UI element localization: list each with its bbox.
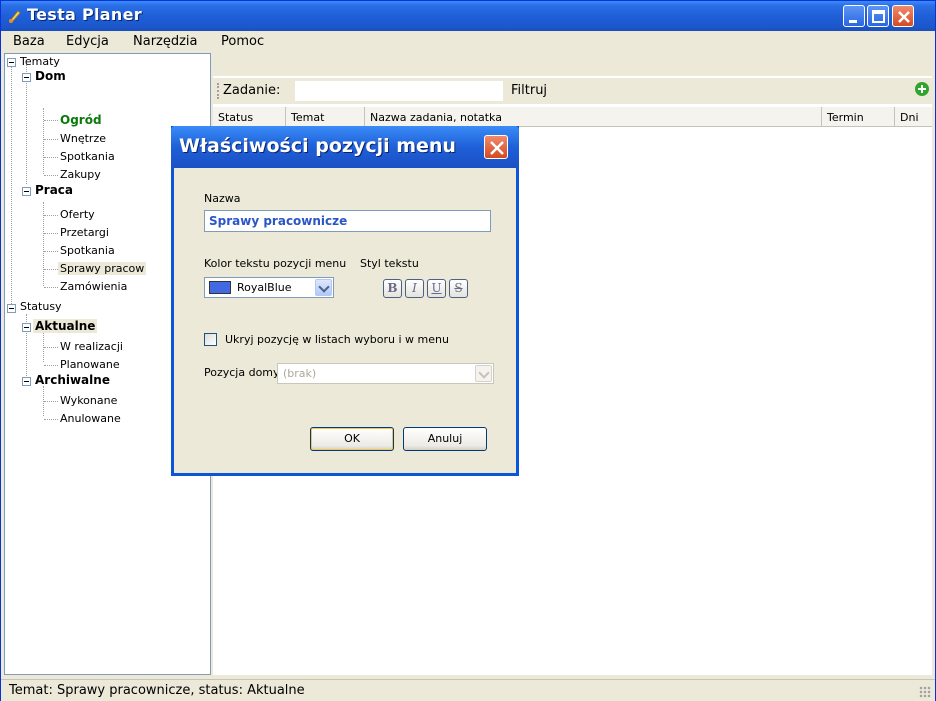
tree-item-tematy[interactable]: Tematy bbox=[20, 55, 60, 68]
cancel-button[interactable]: Anuluj bbox=[403, 427, 487, 451]
status-text: Temat: Sprawy pracownicze, status: Aktua… bbox=[9, 683, 305, 698]
status-bar: Temat: Sprawy pracownicze, status: Aktua… bbox=[1, 679, 935, 701]
tree-connector bbox=[44, 157, 58, 158]
tree-item-planowane[interactable]: Planowane bbox=[60, 358, 120, 371]
tree-connector bbox=[44, 365, 58, 366]
tree-item-wykonane[interactable]: Wykonane bbox=[60, 394, 117, 407]
text-color-select[interactable]: RoyalBlue bbox=[204, 277, 334, 298]
column-nazwa[interactable]: Nazwa zadania, notatka bbox=[365, 107, 822, 127]
ok-button[interactable]: OK bbox=[310, 427, 394, 451]
name-label: Nazwa bbox=[204, 192, 241, 205]
name-input[interactable]: Sprawy pracownicze bbox=[204, 210, 491, 232]
tree-item-przetargi[interactable]: Przetargi bbox=[60, 226, 109, 239]
app-logo-icon bbox=[9, 10, 21, 23]
filter-button[interactable]: Filtruj bbox=[511, 83, 547, 98]
tree-connector bbox=[26, 64, 27, 184]
maximize-icon bbox=[872, 10, 885, 23]
close-button[interactable] bbox=[892, 5, 914, 27]
tree-connector bbox=[11, 64, 12, 304]
filter-toolbar: Zadanie: Filtruj bbox=[213, 78, 932, 104]
default-position-select: (brak) bbox=[277, 363, 494, 384]
italic-button[interactable]: I bbox=[405, 279, 424, 298]
tree-connector bbox=[44, 347, 58, 348]
app-window: Testa Planer Baza Edycja Narzędzia Pomoc… bbox=[0, 0, 936, 701]
app-title: Testa Planer bbox=[27, 5, 142, 24]
collapse-icon[interactable] bbox=[7, 58, 16, 67]
color-swatch bbox=[209, 281, 231, 294]
close-icon bbox=[898, 11, 910, 23]
tree-item-dom[interactable]: Dom bbox=[35, 69, 66, 83]
collapse-icon[interactable] bbox=[22, 323, 31, 332]
chevron-down-icon[interactable] bbox=[315, 279, 332, 296]
resize-grip-icon[interactable] bbox=[919, 686, 931, 698]
task-grid-header: Status Temat Nazwa zadania, notatka Term… bbox=[213, 107, 932, 127]
tree-connector bbox=[43, 108, 44, 174]
tree-item-statusy[interactable]: Statusy bbox=[20, 300, 62, 313]
hide-item-label[interactable]: Ukryj pozycję w listach wyboru i w menu bbox=[225, 333, 449, 346]
tree-connector bbox=[44, 139, 58, 140]
add-task-icon[interactable] bbox=[915, 82, 929, 96]
dialog-title-bar[interactable]: Właściwości pozycji menu bbox=[171, 126, 519, 168]
dialog-title: Właściwości pozycji menu bbox=[179, 135, 456, 157]
collapse-icon[interactable] bbox=[22, 377, 31, 386]
tree-item-praca[interactable]: Praca bbox=[35, 183, 73, 197]
column-status[interactable]: Status bbox=[213, 107, 286, 127]
tree-connector bbox=[44, 175, 58, 176]
menu-bar: Baza Edycja Narzędzia Pomoc bbox=[1, 31, 935, 53]
tree-item-archiwalne[interactable]: Archiwalne bbox=[35, 373, 110, 387]
title-bar[interactable]: Testa Planer bbox=[1, 1, 935, 31]
task-filter-input[interactable] bbox=[295, 81, 503, 101]
minimize-button[interactable] bbox=[843, 5, 865, 27]
bold-button[interactable]: B bbox=[383, 279, 402, 298]
tree-item-oferty[interactable]: Oferty bbox=[60, 208, 95, 221]
dialog-close-button[interactable] bbox=[484, 135, 508, 159]
menu-baza[interactable]: Baza bbox=[13, 34, 45, 49]
maximize-button[interactable] bbox=[867, 5, 889, 27]
tree-connector bbox=[44, 233, 58, 234]
underline-button[interactable]: U bbox=[427, 279, 446, 298]
column-temat[interactable]: Temat bbox=[286, 107, 365, 127]
tree-connector bbox=[44, 215, 58, 216]
tree-item-spotkania-praca[interactable]: Spotkania bbox=[60, 244, 115, 257]
tree-item-sprawy-pracownicze[interactable]: Sprawy pracow bbox=[58, 262, 147, 275]
color-name: RoyalBlue bbox=[237, 281, 292, 294]
menu-edycja[interactable]: Edycja bbox=[66, 34, 109, 49]
tree-connector bbox=[44, 419, 58, 420]
collapse-icon[interactable] bbox=[22, 73, 31, 82]
text-color-label: Kolor tekstu pozycji menu bbox=[204, 257, 347, 270]
menu-pomoc[interactable]: Pomoc bbox=[221, 34, 264, 49]
task-filter-label: Zadanie: bbox=[223, 83, 281, 98]
tree-item-zamowienia[interactable]: Zamówienia bbox=[60, 280, 127, 293]
close-icon bbox=[490, 141, 504, 155]
tree-connector bbox=[44, 401, 58, 402]
menu-narzedzia[interactable]: Narzędzia bbox=[133, 34, 198, 49]
tree-item-spotkania[interactable]: Spotkania bbox=[60, 150, 115, 163]
default-position-value: (brak) bbox=[283, 367, 317, 380]
column-termin[interactable]: Termin bbox=[822, 107, 895, 127]
tree-item-wnetrze[interactable]: Wnętrze bbox=[60, 132, 106, 145]
column-dni[interactable]: Dni bbox=[895, 107, 932, 127]
text-style-label: Styl tekstu bbox=[360, 257, 419, 270]
tree-item-aktualne[interactable]: Aktualne bbox=[33, 319, 98, 333]
collapse-icon[interactable] bbox=[7, 304, 16, 313]
collapse-icon[interactable] bbox=[22, 187, 31, 196]
tree-item-zakupy[interactable]: Zakupy bbox=[60, 168, 101, 181]
tree-connector bbox=[44, 287, 58, 288]
tree-item-w-realizacji[interactable]: W realizacji bbox=[60, 340, 123, 353]
tree-item-anulowane[interactable]: Anulowane bbox=[60, 412, 121, 425]
chevron-down-icon bbox=[475, 365, 492, 382]
tree-connector bbox=[44, 251, 58, 252]
strikethrough-button[interactable]: S bbox=[449, 279, 468, 298]
tree-connector bbox=[44, 269, 58, 270]
tree-item-ogrod[interactable]: Ogród bbox=[60, 113, 102, 127]
hide-item-checkbox[interactable] bbox=[204, 333, 217, 346]
toolbar-grip[interactable] bbox=[217, 83, 219, 99]
minimize-icon bbox=[849, 20, 857, 23]
tree-connector bbox=[44, 120, 58, 121]
menu-item-properties-dialog: Właściwości pozycji menu Nazwa Sprawy pr… bbox=[171, 126, 519, 476]
